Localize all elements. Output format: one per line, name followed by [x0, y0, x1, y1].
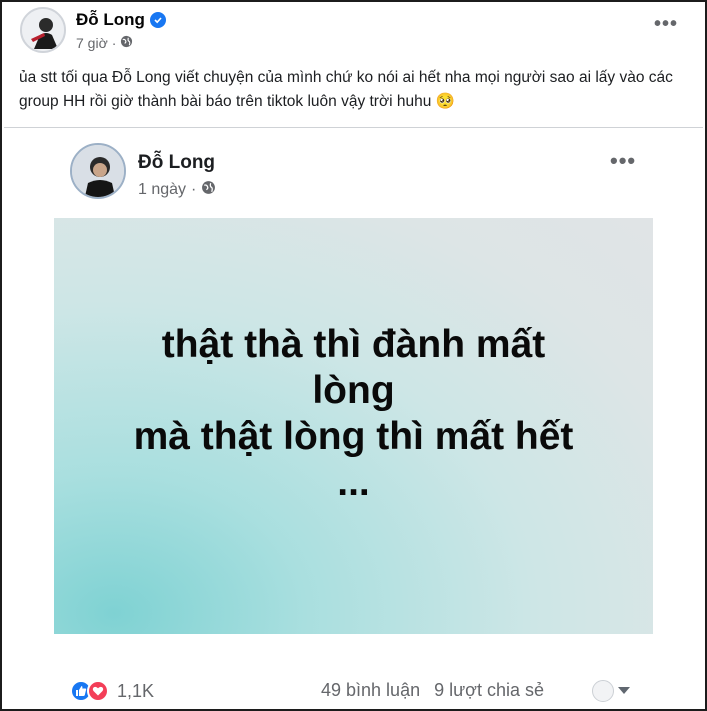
share-count[interactable]: 9 lượt chia sẻ	[434, 680, 544, 701]
meta-separator: ·	[111, 35, 117, 51]
shared-post-header: Đỗ Long 1 ngày · •••	[70, 143, 650, 203]
post-text: ủa stt tối qua Đỗ Long viết chuyện của m…	[19, 69, 673, 110]
engagement-stats: 49 bình luận 9 lượt chia sẻ	[321, 680, 544, 701]
avatar-photo-icon	[22, 9, 64, 51]
quote-text: thật thà thì đành mất lòng mà thật lòng …	[54, 322, 653, 506]
verified-badge-icon	[149, 12, 166, 28]
quote-line: thật thà thì đành mất	[161, 323, 546, 366]
shared-author-name[interactable]: Đỗ Long	[138, 152, 215, 174]
shared-meta-separator: ·	[191, 181, 197, 198]
quote-image[interactable]: thật thà thì đành mất lòng mà thật lòng …	[54, 218, 653, 634]
profile-mini-icon	[592, 680, 614, 702]
quote-line: mà thật lòng thì mất hết	[133, 415, 574, 458]
post-time[interactable]: 7 giờ	[76, 35, 108, 51]
shared-avatar[interactable]	[70, 143, 126, 199]
divider	[4, 127, 703, 128]
shared-avatar-photo-icon	[72, 145, 124, 197]
author-name[interactable]: Đỗ Long	[76, 10, 145, 30]
quote-line: lòng	[312, 369, 395, 412]
shared-globe-icon	[201, 180, 216, 200]
author-name-row: Đỗ Long	[76, 10, 166, 30]
post-meta: 7 giờ ·	[76, 35, 133, 51]
reaction-selector[interactable]	[592, 680, 630, 702]
more-options-icon[interactable]: •••	[654, 13, 678, 36]
reactions-summary[interactable]: 1,1K	[70, 680, 154, 702]
shared-post-time[interactable]: 1 ngày	[138, 181, 186, 199]
avatar[interactable]	[20, 7, 66, 53]
reaction-count: 1,1K	[117, 680, 155, 701]
chevron-down-icon	[618, 682, 630, 700]
heart-icon	[87, 680, 109, 702]
shared-more-options-icon[interactable]: •••	[610, 148, 636, 174]
comment-count[interactable]: 49 bình luận	[321, 680, 420, 701]
post-header: Đỗ Long 7 giờ · •••	[20, 7, 690, 57]
globe-icon	[120, 35, 133, 51]
quote-line: ...	[337, 461, 370, 504]
shared-post-meta: 1 ngày ·	[138, 180, 216, 200]
